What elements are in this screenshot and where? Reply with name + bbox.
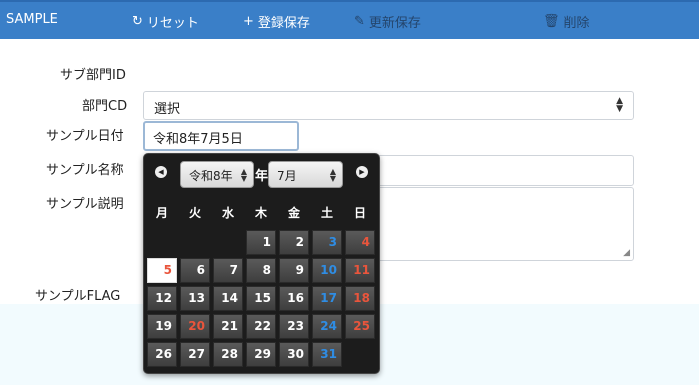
calendar-day[interactable]: 30: [279, 342, 309, 367]
resize-handle-icon[interactable]: ◢: [623, 248, 630, 258]
sample-flag-label: サンプルFLAG: [35, 289, 121, 304]
dept-cd-selected-value: 選択: [154, 102, 181, 117]
sample-date-value: 令和8年7月5日: [153, 132, 243, 147]
trash-icon: 🗑: [543, 14, 560, 29]
app-title: SAMPLE: [6, 12, 58, 27]
calendar-day[interactable]: 6: [180, 258, 210, 283]
calendar-day[interactable]: 24: [312, 314, 342, 339]
edit-icon: ✎: [354, 14, 365, 29]
calendar-day[interactable]: 27: [180, 342, 210, 367]
sub-dept-id-label: サブ部門ID: [60, 68, 126, 83]
date-picker-header: ◀ 令和8年 ▲ ▼ 年 7月 ▲ ▼ ▶: [144, 154, 379, 190]
top-toolbar: SAMPLE ↻ リセット + 登録保存 ✎ 更新保存 🗑 削除: [0, 0, 699, 39]
dept-cd-select[interactable]: 選択 ▲ ▼: [143, 91, 634, 120]
calendar-day[interactable]: 2: [279, 230, 309, 255]
weekday-label: 水: [221, 206, 234, 220]
weekday-label: 木: [254, 206, 267, 220]
select-chevron-icon: ▲ ▼: [616, 96, 623, 114]
dept-cd-label: 部門CD: [82, 99, 128, 114]
weekday-label: 月: [155, 206, 168, 220]
weekday-label: 火: [188, 206, 201, 220]
calendar-day[interactable]: 12: [147, 286, 177, 311]
calendar-day[interactable]: 4: [345, 230, 375, 255]
delete-label: 削除: [563, 16, 590, 31]
calendar-day[interactable]: 23: [279, 314, 309, 339]
calendar-day[interactable]: 29: [246, 342, 276, 367]
reset-button[interactable]: ↻ リセット: [132, 12, 199, 31]
year-select[interactable]: 令和8年 ▲ ▼: [180, 161, 254, 188]
sample-name-label: サンプル名称: [46, 163, 124, 178]
sample-date-input[interactable]: 令和8年7月5日: [143, 121, 299, 151]
sample-desc-label: サンプル説明: [46, 197, 124, 212]
calendar-day[interactable]: 13: [180, 286, 210, 311]
calendar-day[interactable]: 14: [213, 286, 243, 311]
weekday-label: 金: [287, 206, 300, 220]
calendar-day[interactable]: 31: [312, 342, 342, 367]
calendar-day[interactable]: 20: [180, 314, 210, 339]
reset-label: リセット: [146, 16, 199, 31]
calendar-day[interactable]: 26: [147, 342, 177, 367]
sample-date-label: サンプル日付: [46, 129, 124, 144]
month-chevron-icon: ▲ ▼: [329, 167, 336, 183]
calendar-day[interactable]: 16: [279, 286, 309, 311]
register-save-button[interactable]: + 登録保存: [243, 12, 310, 31]
calendar-day[interactable]: 7: [213, 258, 243, 283]
calendar-day[interactable]: 21: [213, 314, 243, 339]
calendar-day[interactable]: 3: [312, 230, 342, 255]
delete-button[interactable]: 🗑 削除: [543, 12, 590, 31]
year-suffix-label: 年: [255, 169, 269, 184]
prev-month-icon[interactable]: ◀: [155, 166, 167, 178]
calendar-day[interactable]: 9: [279, 258, 309, 283]
year-chevron-icon: ▲ ▼: [240, 167, 247, 183]
calendar-day[interactable]: 17: [312, 286, 342, 311]
plus-icon: +: [243, 14, 254, 29]
calendar-day[interactable]: 5: [147, 258, 177, 283]
calendar-day[interactable]: 19: [147, 314, 177, 339]
calendar-day[interactable]: 28: [213, 342, 243, 367]
next-month-icon[interactable]: ▶: [356, 166, 368, 178]
weekday-label: 日: [353, 206, 366, 220]
calendar-day[interactable]: 1: [246, 230, 276, 255]
reset-icon: ↻: [132, 14, 143, 29]
year-select-value: 令和8年: [189, 169, 233, 183]
date-picker-popup: ◀ 令和8年 ▲ ▼ 年 7月 ▲ ▼ ▶ 月火水木金土日 1 2 3 4 5 6 7 8 9 10 1…: [143, 153, 380, 374]
register-save-label: 登録保存: [257, 16, 310, 31]
calendar-day[interactable]: 25: [345, 314, 375, 339]
month-select[interactable]: 7月 ▲ ▼: [268, 161, 343, 188]
update-save-button[interactable]: ✎ 更新保存: [354, 12, 421, 31]
update-save-label: 更新保存: [368, 16, 421, 31]
calendar-day[interactable]: 15: [246, 286, 276, 311]
calendar-day[interactable]: 18: [345, 286, 375, 311]
calendar-day[interactable]: 10: [312, 258, 342, 283]
calendar-day[interactable]: 8: [246, 258, 276, 283]
month-select-value: 7月: [277, 169, 297, 183]
calendar-day[interactable]: 22: [246, 314, 276, 339]
weekday-label: 土: [320, 206, 333, 220]
calendar-day[interactable]: 11: [345, 258, 375, 283]
